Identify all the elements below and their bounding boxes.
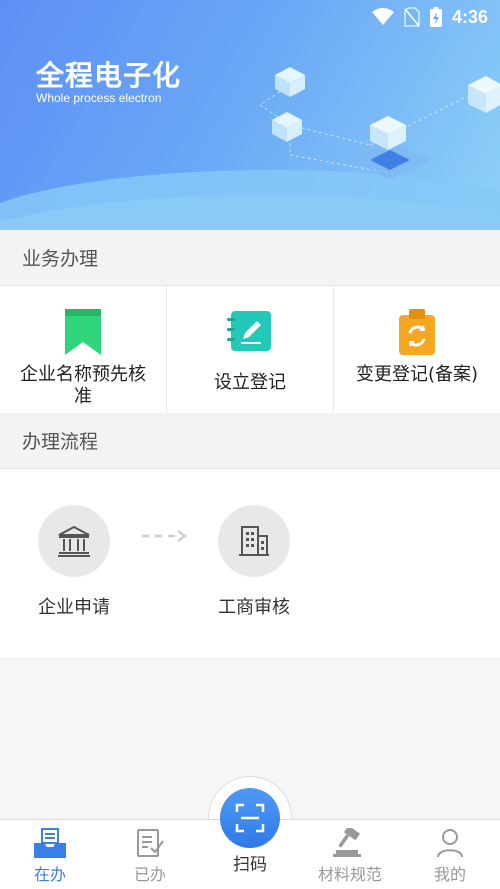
business-item-label: 设立登记	[214, 372, 286, 393]
business-item-establishment[interactable]: 设立登记	[167, 286, 334, 413]
scan-tab-label: 扫码	[233, 855, 267, 875]
business-grid: 企业名称预先核准 设立登记 变更登记(备案)	[0, 286, 500, 413]
wifi-icon	[371, 8, 394, 25]
inbox-tray-icon	[34, 827, 66, 859]
business-item-name-preapproval[interactable]: 企业名称预先核准	[0, 286, 167, 413]
business-section-header: 业务办理	[0, 230, 500, 286]
business-item-label: 变更登记(备案)	[355, 364, 479, 385]
status-bar: 4:36	[371, 0, 500, 34]
bank-building-icon	[38, 505, 110, 577]
tab-material-rules[interactable]: 材料规范	[300, 820, 400, 889]
battery-charging-icon	[429, 7, 442, 27]
bookmark-icon	[60, 308, 106, 356]
tab-label: 材料规范	[317, 865, 382, 884]
user-icon	[436, 827, 464, 859]
process-flow: 企业申请 工商审核	[0, 469, 500, 657]
tab-label: 我的	[433, 865, 466, 884]
edit-notebook-icon	[227, 308, 273, 356]
clipboard-refresh-icon	[394, 308, 440, 356]
flow-section-header: 办理流程	[0, 413, 500, 469]
flow-step-review: 工商审核	[194, 505, 314, 619]
flow-step-apply: 企业申请	[14, 505, 134, 619]
business-item-change-registration[interactable]: 变更登记(备案)	[334, 286, 500, 413]
document-check-icon	[135, 827, 165, 859]
tab-mine[interactable]: 我的	[400, 820, 500, 889]
banner: 4:36 全程电子化 Whole process electron	[0, 0, 500, 230]
isometric-blocks-illustration	[259, 67, 500, 180]
flow-step-label: 企业申请	[38, 597, 110, 618]
tab-label: 在办	[33, 865, 66, 884]
tab-completed[interactable]: 已办	[100, 820, 200, 889]
tab-in-progress[interactable]: 在办	[0, 820, 100, 889]
scan-icon	[235, 803, 265, 833]
office-building-icon	[218, 505, 290, 577]
gavel-icon	[333, 827, 367, 859]
banner-title: 全程电子化	[36, 59, 182, 92]
banner-subtitle: Whole process electron	[36, 91, 162, 105]
business-item-label: 企业名称预先核准	[20, 364, 146, 407]
dashed-arrow-icon	[142, 529, 188, 543]
scan-button[interactable]	[220, 788, 280, 848]
no-sim-icon	[404, 7, 420, 27]
flow-step-label: 工商审核	[218, 597, 290, 618]
tab-label: 已办	[133, 865, 166, 884]
status-time: 4:36	[451, 6, 488, 27]
